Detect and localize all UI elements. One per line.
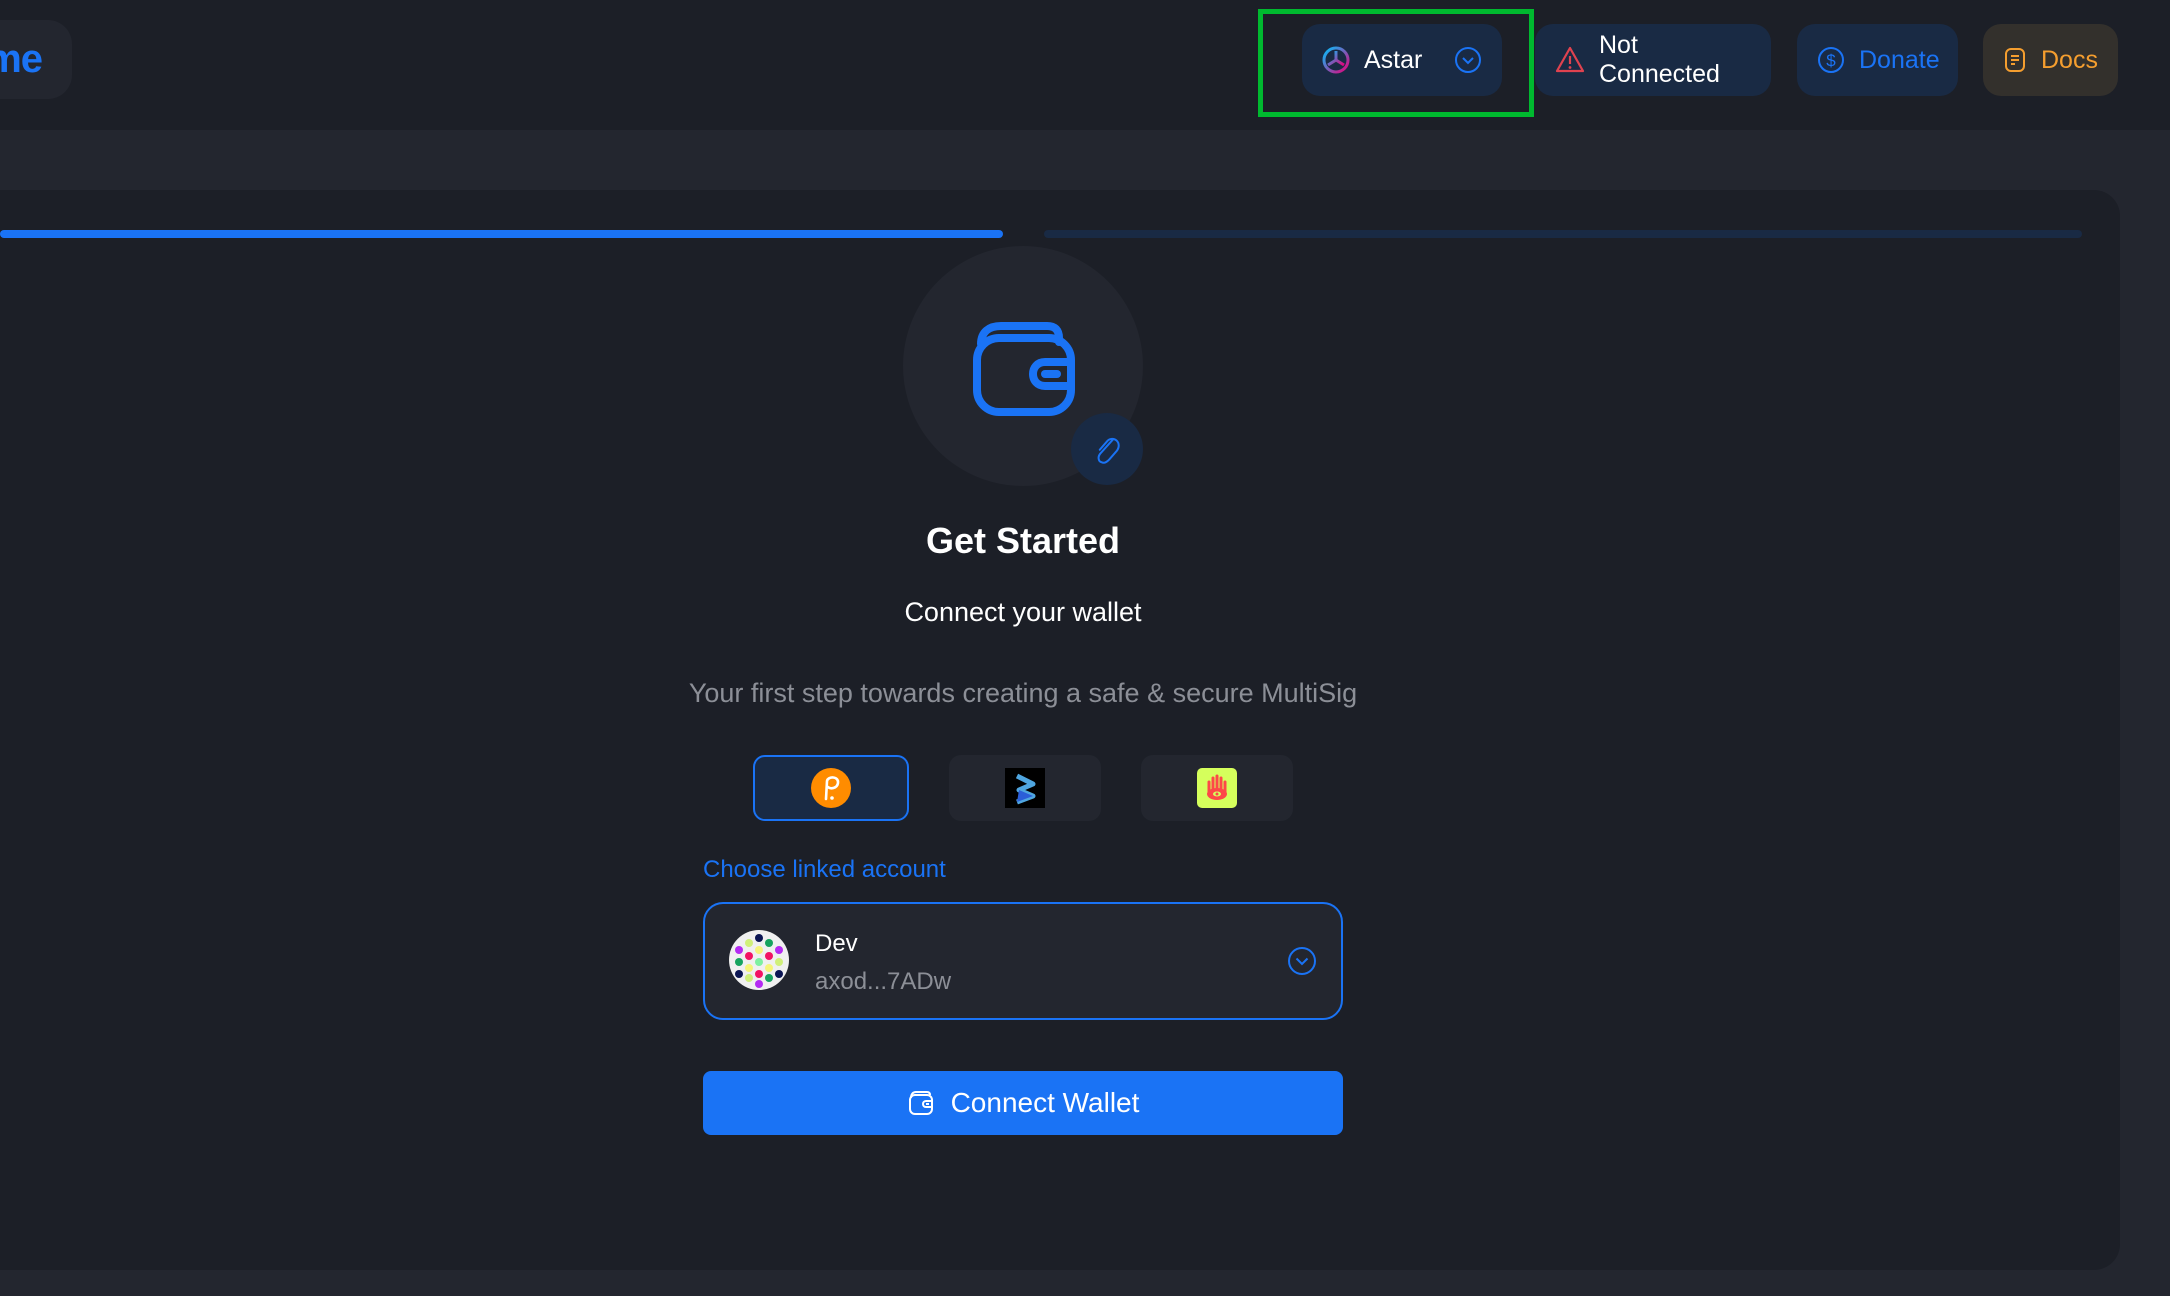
page-title: Get Started (925, 520, 1121, 561)
donate-button[interactable]: $ Donate (1797, 24, 1958, 96)
top-navbar: me Astar Not Connected $ Donate Docs (0, 0, 2170, 130)
step-progress-completed (0, 230, 1003, 238)
talisman-icon (1197, 768, 1237, 808)
extension-polkadot-js[interactable] (753, 755, 909, 821)
subwallet-icon (1005, 768, 1045, 808)
document-icon (2003, 46, 2027, 74)
extension-subwallet[interactable] (949, 755, 1101, 821)
docs-label: Docs (2041, 45, 2098, 74)
astar-logo-icon (1322, 46, 1350, 74)
page-description: Your first step towards creating a safe … (688, 678, 1358, 708)
account-selector[interactable]: Dev axod...7ADw (703, 902, 1343, 1020)
network-label: Astar (1364, 45, 1423, 74)
dollar-circle-icon: $ (1817, 46, 1845, 74)
wallet-icon (967, 310, 1079, 422)
app-logo-text: me (0, 37, 43, 81)
app-logo[interactable]: me (0, 20, 72, 99)
connection-status-label: Not Connected (1599, 31, 1720, 88)
connect-wallet-label: Connect Wallet (950, 1087, 1140, 1118)
warning-triangle-icon (1555, 45, 1585, 75)
network-selector-button[interactable]: Astar (1302, 24, 1502, 96)
polkadot-js-icon (810, 767, 852, 809)
donate-label: Donate (1859, 45, 1940, 74)
wallet-icon (907, 1089, 935, 1117)
link-badge (1071, 413, 1143, 485)
page-subtitle: Connect your wallet (904, 597, 1142, 627)
connect-wallet-button[interactable]: Connect Wallet (703, 1071, 1343, 1135)
account-name: Dev (815, 930, 858, 957)
extension-talisman[interactable] (1141, 755, 1293, 821)
step-progress-remaining (1044, 230, 2082, 238)
docs-button[interactable]: Docs (1983, 24, 2118, 96)
account-address: axod...7ADw (815, 968, 952, 995)
paperclip-icon (1092, 431, 1122, 467)
choose-account-label: Choose linked account (703, 856, 946, 883)
connection-status-button[interactable]: Not Connected (1535, 24, 1771, 96)
chevron-down-icon (1454, 46, 1482, 74)
account-identicon (729, 930, 789, 990)
chevron-down-icon (1287, 946, 1317, 976)
svg-text:$: $ (1826, 51, 1836, 70)
